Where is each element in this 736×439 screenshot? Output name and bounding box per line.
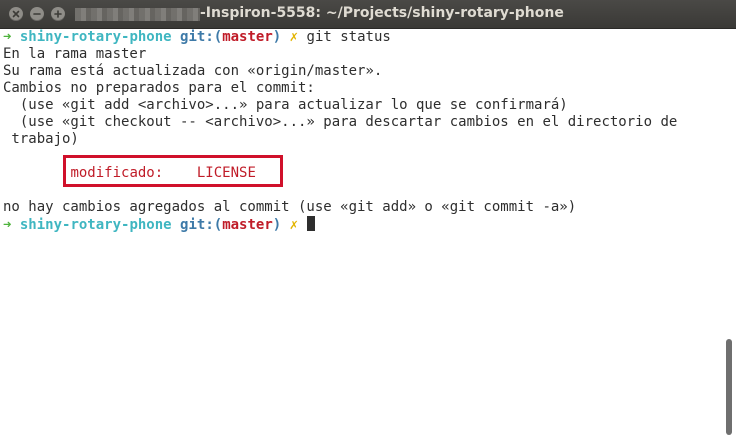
minimize-button[interactable] <box>30 7 44 21</box>
command-text: git status <box>306 29 391 45</box>
output-line: Su rama está actualizada con «origin/mas… <box>3 63 383 79</box>
output-line: En la rama master <box>3 46 147 62</box>
scrollbar-thumb[interactable] <box>726 339 732 435</box>
output-line: (use «git add <archivo>...» para actuali… <box>3 97 568 113</box>
prompt-dirty-mark: ✗ <box>289 29 299 45</box>
output-line: Cambios no preparados para el commit: <box>3 80 315 96</box>
title-bar[interactable]: -Inspiron-5558: ~/Projects/shiny-rotary-… <box>0 0 736 29</box>
modified-line: modificado: LICENSE <box>3 165 722 182</box>
prompt-repo: shiny-rotary-phone <box>19 29 172 45</box>
terminal-output[interactable]: ➜ shiny-rotary-phone git:(master) ✗ git … <box>0 29 722 439</box>
output-line: no hay cambios agregados al commit (use … <box>3 199 577 215</box>
close-button[interactable] <box>9 7 23 21</box>
close-icon <box>12 10 20 18</box>
maximize-icon <box>54 10 62 18</box>
prompt-line: ➜ shiny-rotary-phone git:(master) ✗ git … <box>3 29 722 46</box>
prompt-arrow: ➜ <box>3 29 12 45</box>
prompt-git-label: git:( <box>180 29 223 45</box>
prompt-branch: master <box>222 29 273 45</box>
window-title: -Inspiron-5558: ~/Projects/shiny-rotary-… <box>200 5 564 21</box>
prompt-close-paren: ) <box>272 29 282 45</box>
prompt-arrow: ➜ <box>3 217 12 233</box>
modified-label: modificado: <box>70 165 164 181</box>
maximize-button[interactable] <box>51 7 65 21</box>
prompt-repo: shiny-rotary-phone <box>19 217 172 233</box>
prompt-close-paren: ) <box>272 217 282 233</box>
prompt-dirty-mark: ✗ <box>289 217 299 233</box>
terminal-window: -Inspiron-5558: ~/Projects/shiny-rotary-… <box>0 0 736 439</box>
minimize-icon <box>33 13 41 15</box>
prompt-git-label: git:( <box>180 217 223 233</box>
output-line: (use «git checkout -- <archivo>...» para… <box>3 114 678 130</box>
modified-file: LICENSE <box>196 165 256 181</box>
prompt-line: ➜ shiny-rotary-phone git:(master) ✗ <box>3 216 722 233</box>
text-cursor <box>306 216 315 231</box>
redacted-username <box>75 8 200 21</box>
output-line: trabajo) <box>3 131 79 147</box>
prompt-branch: master <box>222 217 273 233</box>
